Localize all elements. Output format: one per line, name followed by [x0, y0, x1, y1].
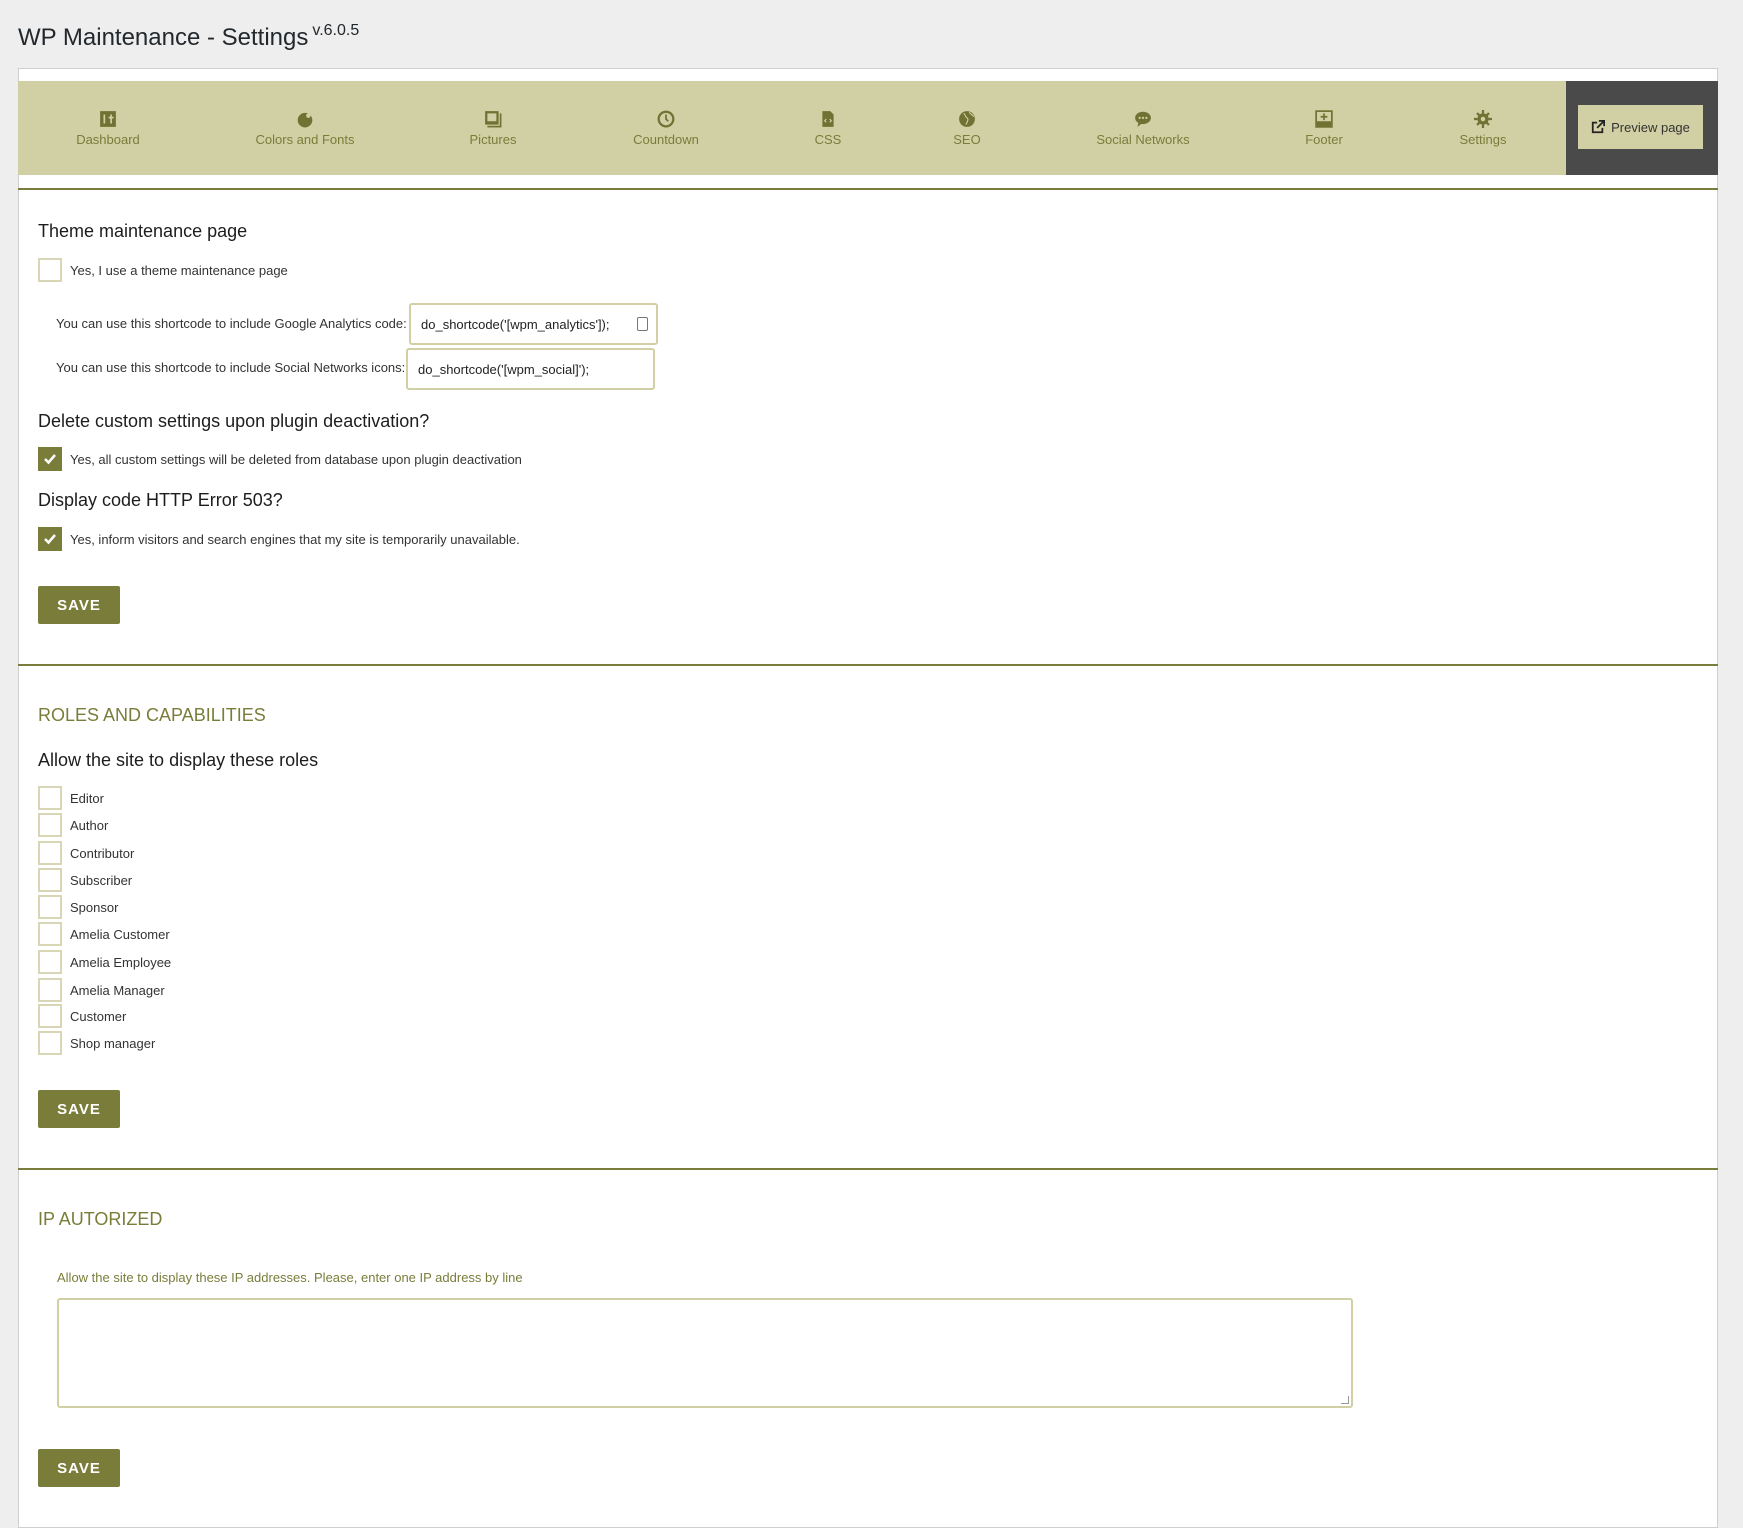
- save-ip-button[interactable]: SAVE: [38, 1449, 120, 1487]
- http503-checkbox[interactable]: [38, 527, 62, 551]
- nav-label: Footer: [1305, 131, 1343, 147]
- role-label: Amelia Customer: [70, 927, 170, 942]
- ip-addresses-textarea[interactable]: [57, 1298, 1353, 1408]
- roles-section-title: ROLES AND CAPABILITIES: [38, 705, 266, 725]
- http503-checkbox-label: Yes, inform visitors and search engines …: [70, 532, 520, 547]
- page-title: WP Maintenance - Settings v.6.0.5: [18, 22, 360, 52]
- ip-label: Allow the site to display these IP addre…: [57, 1270, 523, 1285]
- role-label: Contributor: [70, 846, 135, 861]
- theme-checkbox[interactable]: [38, 258, 62, 282]
- clock-icon: [657, 110, 675, 127]
- css-file-icon: [822, 110, 834, 127]
- role-checkbox[interactable]: [38, 1004, 62, 1028]
- nav-footer[interactable]: Footer: [1244, 81, 1404, 175]
- role-checkbox[interactable]: [38, 813, 62, 837]
- delete-checkbox[interactable]: [38, 447, 62, 471]
- divider: [18, 1168, 1718, 1170]
- nav-settings[interactable]: Settings: [1403, 81, 1563, 175]
- roles-heading: Allow the site to display these roles: [38, 750, 319, 770]
- copy-icon[interactable]: [637, 317, 648, 331]
- role-checkbox[interactable]: [38, 1031, 62, 1055]
- divider: [18, 664, 1718, 666]
- nav-label: Settings: [1459, 131, 1507, 147]
- role-label: Shop manager: [70, 1036, 156, 1051]
- footer-layout-icon: [1315, 109, 1333, 128]
- nav-label: SEO: [953, 131, 981, 147]
- nav-label: CSS: [814, 131, 842, 147]
- palette-icon: [297, 112, 313, 127]
- http503-heading: Display code HTTP Error 503?: [38, 490, 283, 510]
- resize-handle-icon[interactable]: [1341, 1396, 1349, 1404]
- preview-page-button[interactable]: Preview page: [1578, 105, 1703, 149]
- role-checkbox[interactable]: [38, 922, 62, 946]
- nav-label: Dashboard: [76, 131, 140, 147]
- nav-bar: Dashboard Colors and Fonts Pictures Coun…: [18, 81, 1718, 175]
- analytics-shortcode-field[interactable]: do_shortcode('[wpm_analytics']);: [409, 303, 658, 345]
- dashboard-icon: [100, 110, 116, 127]
- theme-heading: Theme maintenance page: [38, 221, 248, 241]
- role-checkbox[interactable]: [38, 786, 62, 810]
- role-label: Editor: [70, 791, 104, 806]
- preview-label: Preview page: [1611, 119, 1690, 135]
- role-checkbox[interactable]: [38, 950, 62, 974]
- role-checkbox[interactable]: [38, 868, 62, 892]
- nav-seo[interactable]: SEO: [887, 81, 1047, 175]
- delete-checkbox-label: Yes, all custom settings will be deleted…: [70, 452, 522, 467]
- nav-label: Pictures: [469, 131, 517, 147]
- save-roles-button[interactable]: SAVE: [38, 1090, 120, 1128]
- role-label: Customer: [70, 1009, 127, 1024]
- role-label: Author: [70, 818, 109, 833]
- save-settings-button[interactable]: SAVE: [38, 586, 120, 624]
- ip-section-title: IP AUTORIZED: [38, 1209, 163, 1229]
- role-checkbox[interactable]: [38, 895, 62, 919]
- nav-dashboard[interactable]: Dashboard: [28, 81, 188, 175]
- social-label: You can use this shortcode to include So…: [56, 360, 406, 375]
- analytics-value: do_shortcode('[wpm_analytics']);: [421, 316, 610, 332]
- role-label: Amelia Employee: [70, 955, 172, 970]
- external-link-icon: [1591, 120, 1606, 134]
- nav-label: Social Networks: [1096, 131, 1190, 147]
- gear-icon: [1474, 109, 1492, 128]
- divider: [18, 188, 1718, 190]
- chat-bubble-icon: [1135, 111, 1151, 127]
- nav-pictures[interactable]: Pictures: [413, 81, 573, 175]
- nav-label: Countdown: [633, 131, 699, 147]
- delete-heading: Delete custom settings upon plugin deact…: [38, 411, 430, 431]
- role-label: Subscriber: [70, 873, 133, 888]
- role-label: Sponsor: [70, 900, 119, 915]
- nav-colors-and-fonts[interactable]: Colors and Fonts: [225, 81, 385, 175]
- theme-checkbox-label: Yes, I use a theme maintenance page: [70, 263, 288, 278]
- role-label: Amelia Manager: [70, 983, 165, 998]
- checkmark-icon: [44, 454, 56, 465]
- preview-container: Preview page: [1566, 81, 1718, 175]
- analytics-label: You can use this shortcode to include Go…: [56, 316, 407, 331]
- pictures-icon: [485, 110, 502, 127]
- version: v.6.0.5: [312, 22, 360, 39]
- checkmark-icon: [44, 534, 56, 545]
- nav-label: Colors and Fonts: [255, 131, 355, 147]
- role-checkbox[interactable]: [38, 978, 62, 1002]
- title-text: WP Maintenance - Settings: [18, 24, 309, 51]
- nav-css[interactable]: CSS: [748, 81, 908, 175]
- globe-icon: [959, 110, 975, 127]
- social-shortcode-field[interactable]: do_shortcode('[wpm_social]');: [406, 348, 655, 390]
- nav-social-networks[interactable]: Social Networks: [1063, 81, 1223, 175]
- nav-countdown[interactable]: Countdown: [586, 81, 746, 175]
- role-checkbox[interactable]: [38, 841, 62, 865]
